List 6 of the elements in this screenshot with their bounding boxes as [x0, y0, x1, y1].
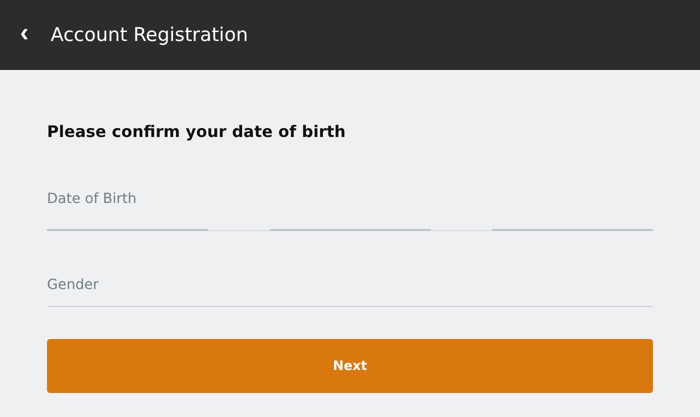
back-button[interactable]: ‹ [16, 19, 33, 51]
page-title: Account Registration [50, 24, 248, 46]
date-of-birth-label: Date of Birth [47, 191, 138, 207]
gender-field[interactable]: Gender [47, 277, 653, 307]
next-button[interactable]: Next [47, 339, 653, 393]
heading: Please confirm your date of birth [47, 122, 347, 141]
